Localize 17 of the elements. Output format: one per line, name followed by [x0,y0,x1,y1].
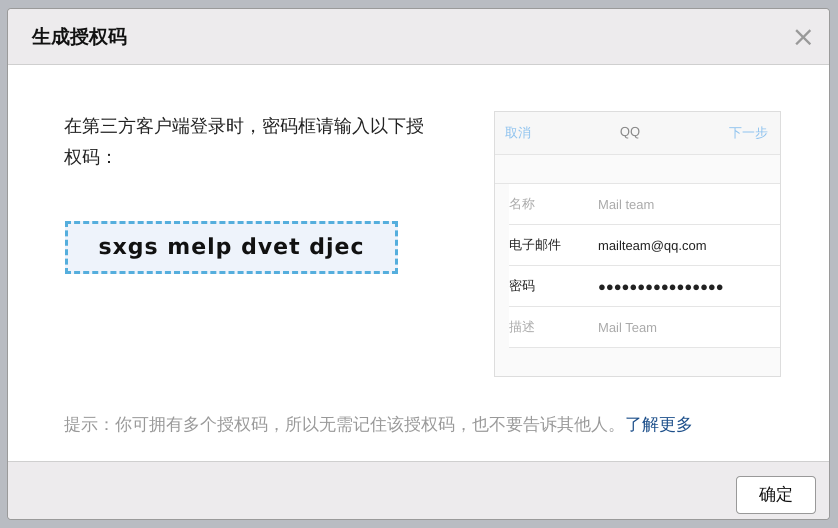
cancel-label: 取消 [505,124,531,142]
instruction-text: 在第三方客户端登录时，密码框请输入以下授权码： [64,115,425,170]
field-label: 描述 [509,318,536,336]
authorization-code: sxgs melp dvet djec [65,221,398,274]
field-label: 密码 [509,277,536,295]
field-label: 电子邮件 [509,236,562,254]
confirm-button[interactable]: 确定 [736,476,816,514]
dialog-title: 生成授权码 [32,24,127,50]
learn-more-link[interactable]: 了解更多 [625,415,693,435]
nav-title: QQ [620,124,640,141]
text-field[interactable]: ●●●●●●●●●●●●●●●● [598,278,768,294]
text-field[interactable]: Mail team [598,196,768,212]
hint-text: 提示：你可拥有多个授权码，所以无需记住该授权码，也不要告诉其他人。 [64,415,625,435]
next-label: 下一步 [728,124,768,142]
text-field[interactable]: mailteam@qq.com [598,238,768,252]
field-label: 名称 [509,195,536,213]
text-field[interactable]: Mail Team [598,320,768,334]
